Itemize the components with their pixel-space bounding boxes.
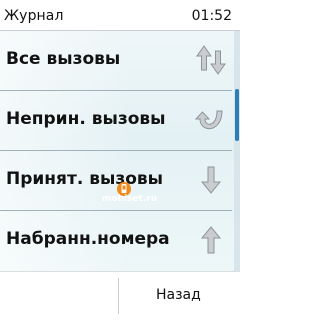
- menu-item-all-calls[interactable]: Все вызовы: [0, 31, 232, 91]
- all-calls-arrows-icon: [196, 45, 226, 75]
- menu-item-label: Набранн.номера: [6, 229, 170, 249]
- received-call-down-arrow-icon: [200, 166, 222, 194]
- call-log-screen: Журнал 01:52 Все вызовы Неприн. вызовы П…: [0, 0, 240, 320]
- page-title: Журнал: [4, 8, 64, 24]
- back-button[interactable]: Назад: [156, 287, 201, 303]
- scrollbar[interactable]: [234, 31, 240, 271]
- watermark-text: mobiset.ru: [102, 194, 158, 204]
- missed-call-curved-arrow-icon: [194, 110, 223, 129]
- scrollbar-thumb[interactable]: [235, 89, 239, 141]
- clock: 01:52: [191, 8, 232, 24]
- watermark: mobiset.ru: [96, 181, 166, 205]
- menu-item-label: Все вызовы: [6, 49, 121, 69]
- menu-item-label: Неприн. вызовы: [6, 109, 166, 129]
- status-bar: Журнал 01:52: [0, 0, 240, 31]
- call-log-menu: Все вызовы Неприн. вызовы Принят. вызовы…: [0, 31, 240, 271]
- menu-item-missed-calls[interactable]: Неприн. вызовы: [0, 91, 232, 151]
- menu-item-dialed-numbers[interactable]: Набранн.номера: [0, 211, 232, 271]
- softkey-bar: Назад: [0, 271, 240, 320]
- softkey-divider: [118, 278, 119, 314]
- dialed-call-up-arrow-icon: [200, 226, 222, 254]
